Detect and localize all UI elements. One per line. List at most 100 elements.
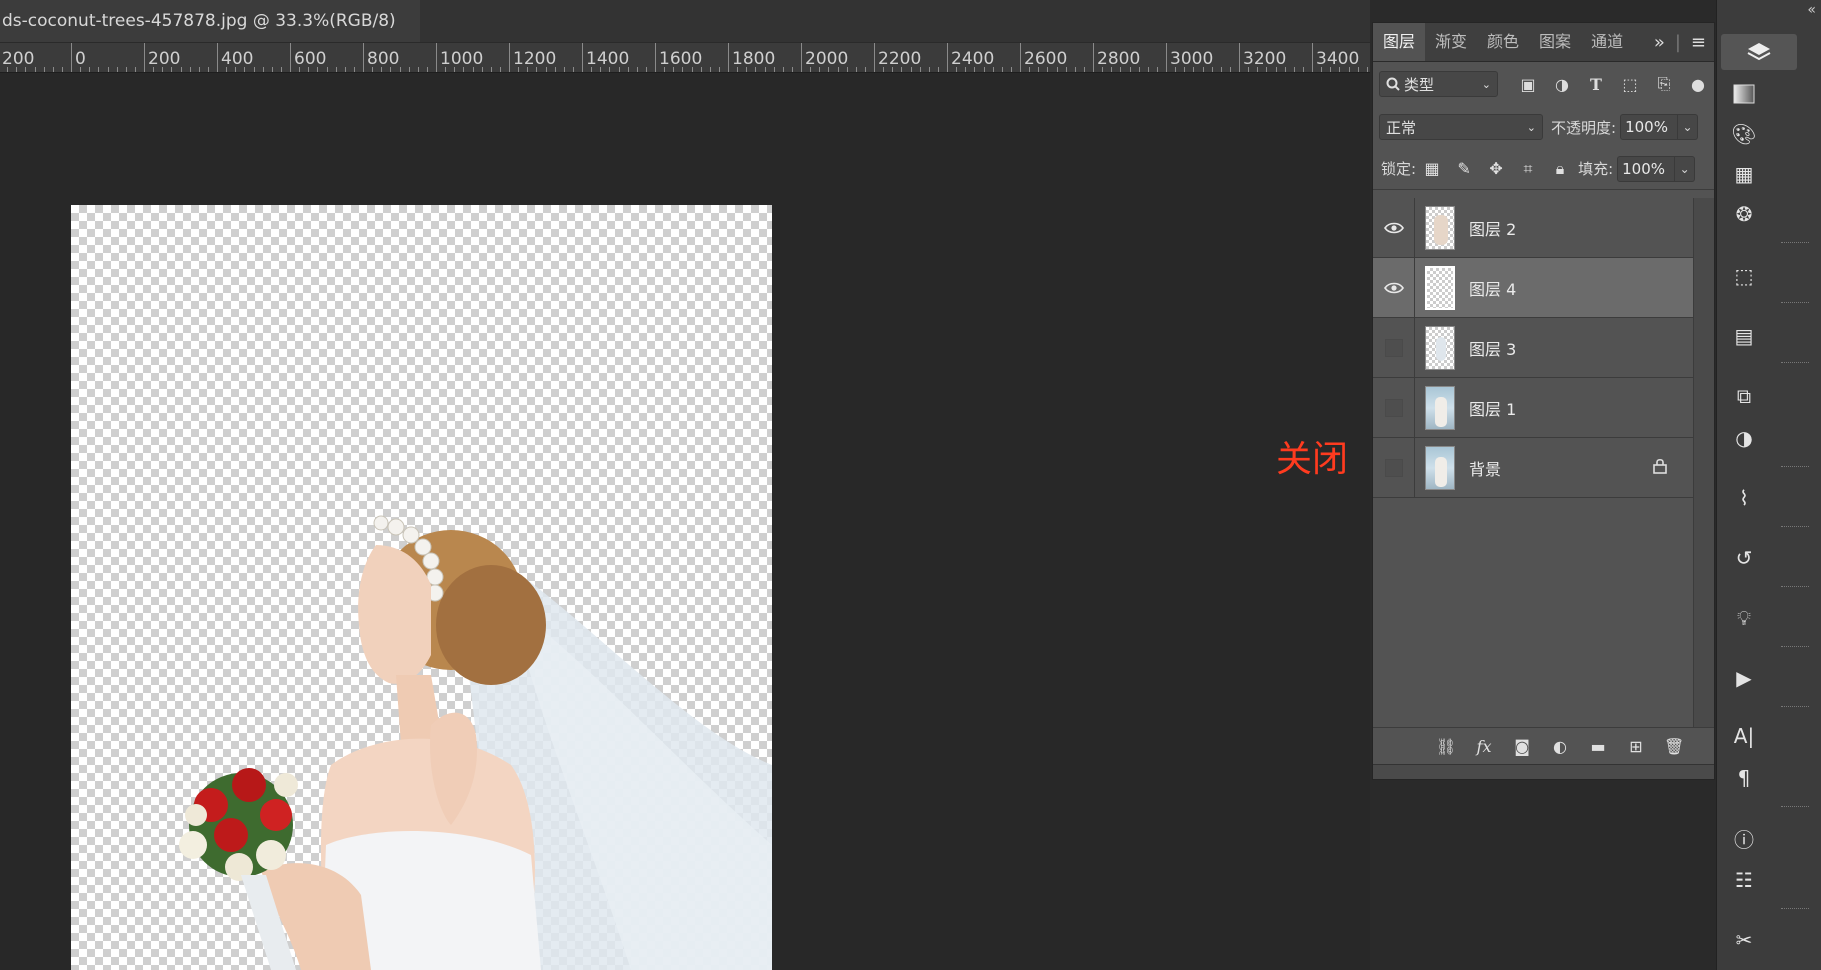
ruler-tick-label: 2400 — [951, 49, 995, 69]
smart-object-filter-icon[interactable]: ⎘ — [1654, 74, 1674, 94]
dock-grip[interactable] — [1781, 242, 1809, 246]
ruler-minor-tick — [846, 67, 848, 72]
properties-icon[interactable]: ☷ — [1717, 862, 1771, 898]
dock-grip[interactable] — [1781, 362, 1809, 366]
link-icon[interactable]: ⛓ — [1436, 737, 1456, 756]
ruler-minor-tick — [1366, 67, 1368, 72]
layers-icon[interactable] — [1721, 34, 1797, 70]
pattern-icon[interactable]: ▦ — [1717, 156, 1771, 192]
adjustment-filter-icon[interactable]: ◑ — [1552, 74, 1572, 94]
ruler-minor-tick — [518, 67, 520, 72]
tab-channels[interactable]: 通道 — [1581, 23, 1633, 61]
tab-layers[interactable]: 图层 — [1373, 23, 1426, 61]
adjustments-icon[interactable]: ◑ — [1717, 420, 1771, 456]
paragraph-icon[interactable]: ¶ — [1717, 760, 1771, 796]
shape-filter-icon[interactable]: ⬚ — [1620, 74, 1640, 94]
layer-row[interactable]: 背景 — [1373, 437, 1695, 498]
info-icon[interactable]: ⓘ — [1717, 820, 1771, 856]
document-canvas[interactable] — [71, 205, 772, 970]
lock-artboard-icon[interactable]: ⌗ — [1518, 159, 1538, 179]
dock-grip[interactable] — [1781, 646, 1809, 650]
libraries-icon[interactable]: ⧉ — [1717, 378, 1771, 414]
filter-type-select[interactable]: 类型 ⌄ — [1379, 71, 1498, 97]
paths-icon[interactable]: ⌇ — [1717, 480, 1771, 516]
lock-transparent-icon[interactable]: ▦ — [1422, 159, 1442, 179]
ruler-minor-tick — [116, 67, 118, 72]
ruler-minor-tick — [52, 67, 54, 72]
tab-patterns[interactable]: 图案 — [1529, 23, 1581, 61]
ruler-minor-tick — [572, 67, 574, 72]
visibility-toggle[interactable] — [1373, 317, 1415, 378]
panel-resize-strip[interactable] — [1373, 764, 1714, 779]
ruler-tick-label: 1400 — [586, 49, 630, 69]
visibility-toggle[interactable] — [1373, 257, 1415, 318]
dock-grip[interactable] — [1781, 806, 1809, 810]
learn-icon[interactable]: 💡︎ — [1717, 600, 1771, 636]
history-icon[interactable]: ↺ — [1717, 540, 1771, 576]
folder-icon[interactable]: ▬ — [1588, 737, 1608, 756]
horizontal-ruler[interactable]: 200 0 200 400 600 800 1000 1200 1400 1600 1800 2000… — [0, 43, 1370, 73]
ruler-minor-tick — [591, 67, 593, 72]
dock-grip[interactable] — [1781, 302, 1809, 306]
layer-row[interactable]: 图层 1 — [1373, 377, 1695, 438]
ruler-minor-tick — [764, 67, 766, 72]
dock-grip[interactable] — [1781, 526, 1809, 530]
document-tab-title: ds-coconut-trees-457878.jpg @ 33.3%(RGB/… — [2, 11, 396, 31]
dock-grip[interactable] — [1781, 586, 1809, 590]
adjustment-icon[interactable]: ◐ — [1550, 737, 1570, 756]
gradient-icon[interactable] — [1717, 76, 1771, 112]
hamburger-menu-icon[interactable]: ≡ — [1691, 32, 1706, 53]
ruler-minor-tick — [636, 67, 638, 72]
blend-row: 正常 ⌄ 不透明度: 100% ⌄ — [1373, 106, 1714, 148]
trash-icon[interactable]: 🗑︎ — [1664, 737, 1684, 756]
new-layer-icon[interactable]: ⊞ — [1626, 737, 1646, 756]
blend-mode-select[interactable]: 正常 ⌄ — [1379, 114, 1543, 140]
layer-row-selected[interactable]: 图层 4 — [1373, 257, 1695, 318]
document-tab[interactable]: ds-coconut-trees-457878.jpg @ 33.3%(RGB/… — [0, 0, 423, 42]
dock-grip[interactable] — [1781, 908, 1809, 912]
visibility-toggle[interactable] — [1373, 437, 1415, 498]
fx-icon[interactable]: fx — [1474, 737, 1494, 756]
ruler-minor-tick — [956, 67, 958, 72]
pixel-filter-icon[interactable]: ▣ — [1518, 74, 1538, 94]
layers-scrollbar[interactable] — [1693, 198, 1714, 758]
character-icon[interactable]: A| — [1717, 718, 1771, 754]
visibility-toggle[interactable] — [1373, 197, 1415, 258]
opacity-dropdown-icon[interactable]: ⌄ — [1678, 114, 1699, 140]
ruler-tick-label: 200 — [148, 49, 181, 69]
opacity-input[interactable]: 100% — [1620, 114, 1679, 140]
ruler-minor-tick — [335, 67, 337, 72]
ruler-minor-tick — [1083, 67, 1085, 72]
ruler-minor-tick — [919, 67, 921, 72]
collapse-dock-icon[interactable]: « — [1807, 2, 1816, 18]
lock-position-icon[interactable]: ✥ — [1486, 159, 1506, 179]
lock-row: 锁定: ▦ ✎ ✥ ⌗ 🔒︎ 填充: 100% ⌄ — [1373, 148, 1714, 190]
dock-grip[interactable] — [1781, 706, 1809, 710]
channels-icon[interactable]: ❂ — [1717, 196, 1771, 232]
layer-row[interactable]: 图层 2 — [1373, 197, 1695, 258]
visibility-toggle[interactable] — [1373, 377, 1415, 438]
tab-color[interactable]: 颜色 — [1477, 23, 1529, 61]
table-icon[interactable]: ▤ — [1717, 318, 1771, 354]
layer-row[interactable]: 图层 3 — [1373, 317, 1695, 378]
3d-icon[interactable]: ⬚ — [1717, 258, 1771, 294]
actions-icon[interactable]: ▶ — [1717, 660, 1771, 696]
tab-divider: | — [1674, 31, 1681, 53]
filter-toggle-icon[interactable]: ● — [1688, 74, 1708, 94]
tab-gradients[interactable]: 渐变 — [1425, 23, 1477, 61]
lock-paint-icon[interactable]: ✎ — [1454, 159, 1474, 179]
tools-icon[interactable]: ✂ — [1717, 922, 1771, 958]
chevron-down-icon: ⌄ — [1526, 120, 1536, 134]
ruler-minor-tick — [454, 67, 456, 72]
color-palette-icon[interactable]: 🎨︎ — [1717, 116, 1771, 152]
fill-input[interactable]: 100% — [1617, 155, 1676, 182]
type-filter-icon[interactable]: T — [1586, 74, 1606, 94]
double-chevron-right-icon[interactable]: » — [1654, 32, 1665, 53]
fill-dropdown-icon[interactable]: ⌄ — [1675, 155, 1696, 182]
dock-grip[interactable] — [1781, 466, 1809, 470]
ruler-minor-tick — [153, 67, 155, 72]
lock-all-icon[interactable]: 🔒︎ — [1550, 159, 1570, 179]
filter-type-label: 类型 — [1404, 75, 1435, 94]
ruler-minor-tick — [1156, 67, 1158, 72]
mask-icon[interactable]: ◙ — [1512, 737, 1532, 756]
